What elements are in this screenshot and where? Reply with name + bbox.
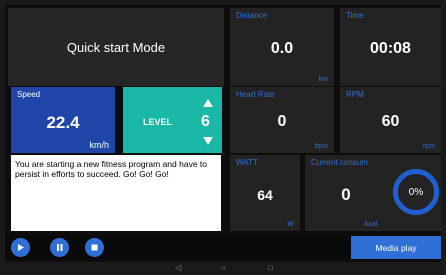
speed-unit: km/h [89,140,109,150]
level-down-icon[interactable] [203,137,213,145]
home-icon[interactable]: ○ [221,263,226,272]
level-up-icon[interactable] [203,99,213,107]
mode-title: Quick start Mode [8,8,224,86]
consumption-label: Current consum [311,158,368,167]
heart-rate-label: Heart Rate [236,90,275,99]
control-bar: Media play [5,236,441,259]
heart-rate-value: 0 [277,113,287,130]
motivation-message: You are starting a new fitness program a… [11,155,221,231]
pause-icon [57,244,63,251]
time-value: 00:08 [370,40,411,57]
rpm-tile: RPM 60 rpm [340,87,441,153]
consumption-value: 0 [341,185,351,204]
distance-tile: Distance 0.0 km [230,8,334,86]
watt-label: WATT [236,158,258,167]
consumption-tile: Current consum 0 kcal 0% [305,155,441,231]
time-label: Time [346,11,364,20]
time-tile: Time 00:08 [340,8,441,86]
distance-value: 0.0 [270,40,294,57]
watt-tile: WATT 64 W [230,155,300,231]
heart-rate-unit: bpm [314,143,328,150]
watt-unit: W [287,221,294,228]
consumption-unit: kcal [365,221,378,228]
recent-apps-icon[interactable]: □ [268,263,273,272]
distance-label: Distance [236,11,268,20]
progress-percent: 0% [408,186,424,198]
speed-label: Speed [17,90,41,99]
back-icon[interactable]: ◁ [175,263,181,272]
rpm-value: 60 [381,113,400,130]
level-value: 6 [201,113,210,130]
speed-tile: Speed 22.4 km/h [11,87,115,153]
speed-value: 22.4 [46,113,80,132]
watt-value: 64 [257,187,273,203]
progress-ring: 0% [393,169,439,215]
pause-button[interactable] [50,238,69,257]
play-button[interactable] [11,238,30,257]
android-nav-bar: ◁ ○ □ [0,262,446,275]
stop-button[interactable] [85,238,104,257]
play-icon [18,244,24,251]
level-tile: LEVEL 6 [123,87,222,153]
distance-unit: km [318,76,328,83]
rpm-label: RPM [346,90,364,99]
media-play-button[interactable]: Media play [351,236,441,259]
rpm-unit: rpm [422,143,435,150]
console-screen: Quick start Mode Speed 22.4 km/h LEVEL 6… [5,5,441,267]
level-label: LEVEL [143,117,173,127]
heart-rate-tile: Heart Rate 0 bpm [230,87,334,153]
stop-icon [91,244,98,251]
